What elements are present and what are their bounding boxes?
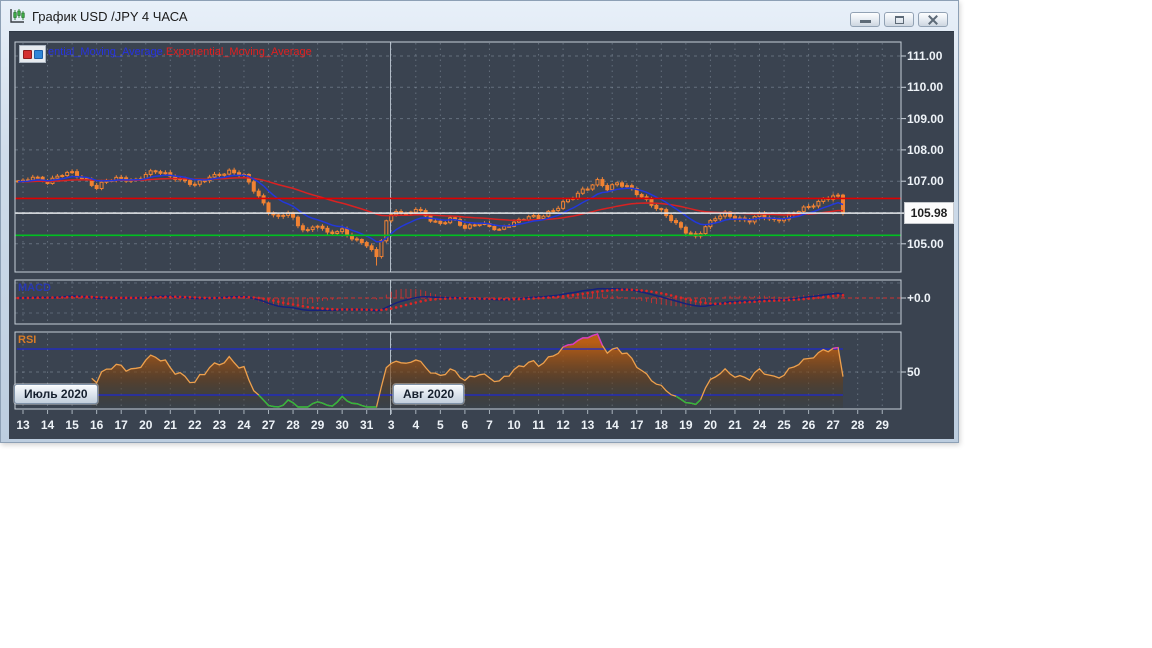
chart-canvas[interactable] [9, 32, 954, 439]
x-axis-label: 14 [40, 418, 55, 432]
candlestick-chart-icon [10, 9, 25, 23]
x-axis-label: 24 [237, 418, 251, 432]
x-axis-label: 29 [875, 418, 889, 432]
x-axis-label: 14 [605, 418, 619, 432]
minimize-button[interactable] [850, 12, 880, 27]
month-badge-aug[interactable]: Авг 2020 [393, 384, 465, 404]
macd-panel-label: MACD [18, 282, 51, 294]
x-axis-label: 27 [261, 418, 276, 432]
x-axis-label: 21 [728, 418, 742, 432]
restore-icon [894, 15, 904, 24]
x-axis-label: 17 [114, 418, 128, 432]
x-axis-label: 19 [679, 418, 693, 432]
legend: ential_Moving_Average.Exponential_Moving… [48, 46, 312, 58]
x-axis-label: 26 [801, 418, 816, 432]
legend-color-box [19, 45, 46, 63]
x-axis-label: 29 [310, 418, 325, 432]
month-badge-july[interactable]: Июль 2020 [14, 384, 98, 404]
x-axis-label: 31 [360, 418, 374, 432]
price-axis-label: 110.00 [907, 80, 944, 95]
x-axis-label: 15 [65, 418, 79, 432]
window-title: График USD /JPY 4 ЧАСА [32, 8, 188, 24]
restore-button[interactable] [884, 12, 914, 27]
x-axis-label: 10 [507, 418, 521, 432]
current-price-box: 105.98 [904, 202, 954, 225]
minimize-icon [859, 20, 871, 23]
x-axis-label: 25 [777, 418, 791, 432]
x-axis-label: 13 [16, 418, 30, 432]
window-titlebar[interactable]: График USD /JPY 4 ЧАСА [1, 1, 958, 31]
x-axis-label: 17 [630, 418, 644, 432]
x-axis-label: 28 [851, 418, 865, 432]
ema-red-swatch[interactable] [22, 49, 32, 59]
x-axis-label: 24 [752, 418, 767, 432]
x-axis-label: 3 [387, 418, 395, 432]
price-axis-label: 109.00 [907, 111, 944, 126]
x-axis-label: 28 [286, 418, 300, 432]
x-axis-label: 11 [532, 418, 545, 432]
x-axis-label: 4 [412, 418, 420, 432]
x-axis-label: 5 [437, 418, 444, 432]
price-axis-label: 107.00 [907, 174, 944, 189]
x-axis-label: 16 [89, 418, 104, 432]
x-axis-label: 23 [212, 418, 227, 432]
rsi-panel-label: RSI [18, 334, 37, 346]
x-axis-label: 13 [580, 418, 595, 432]
legend-ema-red-label: .Exponential_Moving_Average [162, 46, 312, 58]
x-axis-label: 7 [486, 418, 493, 432]
legend-ema-blue-label: ential_Moving_Average [48, 46, 163, 58]
window-controls [850, 12, 948, 27]
ema-blue-swatch[interactable] [33, 49, 43, 59]
x-axis-label: 20 [703, 418, 718, 432]
x-axis-label: 21 [163, 418, 177, 432]
x-axis-label: 30 [335, 418, 349, 432]
macd-axis-label: +0.0 [907, 291, 931, 305]
x-axis-label: 22 [188, 418, 202, 432]
chart-client-area: ential_Moving_Average.Exponential_Moving… [9, 31, 954, 439]
x-axis-label: 6 [461, 418, 469, 432]
x-axis-label: 18 [654, 418, 668, 432]
close-button[interactable] [918, 12, 948, 27]
rsi-axis-label: 50 [907, 365, 921, 379]
price-axis-label: 111.00 [907, 49, 943, 63]
close-icon [928, 15, 938, 24]
x-axis-label: 20 [139, 418, 153, 432]
price-axis-label: 108.00 [907, 142, 944, 157]
chart-window: График USD /JPY 4 ЧАСА ential_Moving_Ave… [0, 0, 959, 443]
price-axis-label: 105.00 [907, 236, 944, 251]
x-axis-label: 12 [556, 418, 570, 432]
x-axis-label: 27 [826, 418, 840, 432]
